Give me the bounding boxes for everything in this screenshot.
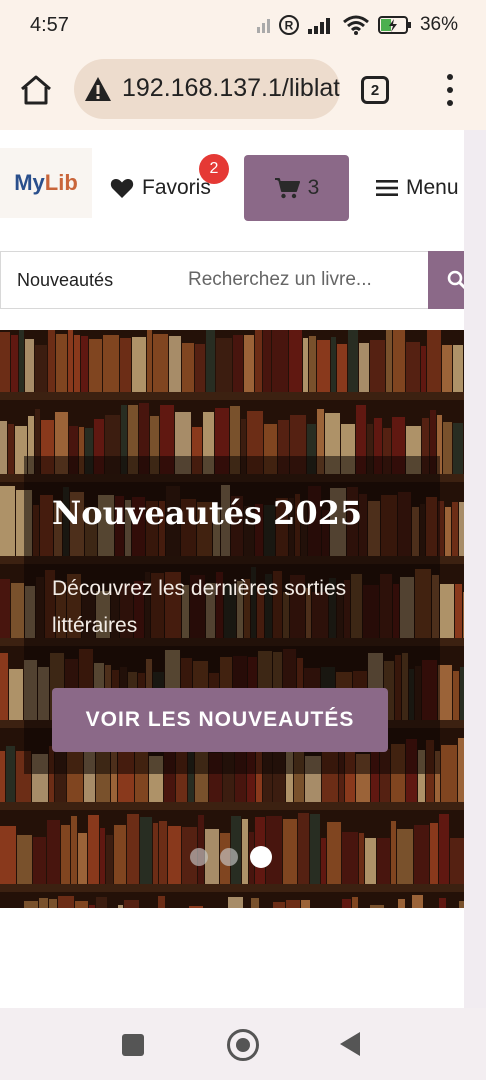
status-bar: 4:57 R 36% <box>0 0 486 50</box>
web-page: My Lib Favoris 2 3 Menu Nouveautés Recher… <box>0 130 464 1008</box>
page-scrollbar-track[interactable] <box>464 130 486 1008</box>
site-header: My Lib Favoris 2 3 Menu <box>0 130 464 240</box>
wifi-icon <box>343 15 369 35</box>
favorites-count-badge: 2 <box>199 154 229 184</box>
search-input[interactable]: Recherchez un livre... <box>173 251 429 309</box>
home-icon[interactable] <box>18 72 54 108</box>
logo-text-lib: Lib <box>44 170 78 195</box>
menu-button[interactable]: Menu <box>376 176 459 200</box>
more-options-icon[interactable] <box>444 74 456 106</box>
search-button[interactable] <box>428 251 464 309</box>
shopping-cart-icon <box>274 178 300 199</box>
search-icon <box>447 270 464 290</box>
cart-count: 3 <box>307 176 320 199</box>
site-logo[interactable]: My Lib <box>0 148 92 218</box>
favorites-link[interactable]: Favoris <box>110 176 211 200</box>
status-time: 4:57 <box>30 14 69 36</box>
status-icons: R 36% <box>256 12 458 38</box>
signal-icon <box>307 18 330 34</box>
favorites-label: Favoris <box>142 176 211 199</box>
address-bar[interactable]: 192.168.137.1/liblat <box>74 59 340 119</box>
heart-icon <box>110 179 134 198</box>
carousel-dot-1[interactable] <box>190 848 208 866</box>
view-new-releases-button[interactable]: VOIR LES NOUVEAUTÉS <box>52 688 388 752</box>
carousel-dot-3-active[interactable] <box>250 846 272 868</box>
hamburger-icon <box>376 180 398 196</box>
menu-label: Menu <box>406 176 459 199</box>
system-navigation-bar <box>0 1008 486 1080</box>
url-text[interactable]: 192.168.137.1/liblat <box>122 74 340 103</box>
cart-button[interactable]: 3 <box>244 155 349 221</box>
battery-percentage: 36% <box>419 14 458 35</box>
back-icon[interactable] <box>340 1032 360 1056</box>
recent-apps-icon[interactable] <box>122 1034 144 1056</box>
browser-toolbar: 192.168.137.1/liblat 2 <box>0 50 486 130</box>
signal-weak-icon <box>256 19 270 33</box>
home-circle-icon[interactable] <box>227 1029 259 1061</box>
registered-icon: R <box>278 15 299 35</box>
warning-icon[interactable] <box>84 76 112 102</box>
carousel-dot-2[interactable] <box>220 848 238 866</box>
search-category-select[interactable]: Nouveautés <box>0 251 174 309</box>
logo-text-my: My <box>14 170 45 195</box>
hero-carousel: Nouveautés 2025 Découvrez les dernières … <box>0 330 464 908</box>
search-bar: Nouveautés Recherchez un livre... <box>0 251 464 309</box>
carousel-indicators <box>190 846 272 868</box>
hero-subtitle: Découvrez les dernières sorties littérai… <box>52 577 347 637</box>
battery-charging-icon <box>377 16 411 34</box>
svg-text:R: R <box>285 19 294 33</box>
hero-title: Nouveautés 2025 <box>52 494 363 532</box>
tab-switcher-button[interactable]: 2 <box>361 76 389 104</box>
